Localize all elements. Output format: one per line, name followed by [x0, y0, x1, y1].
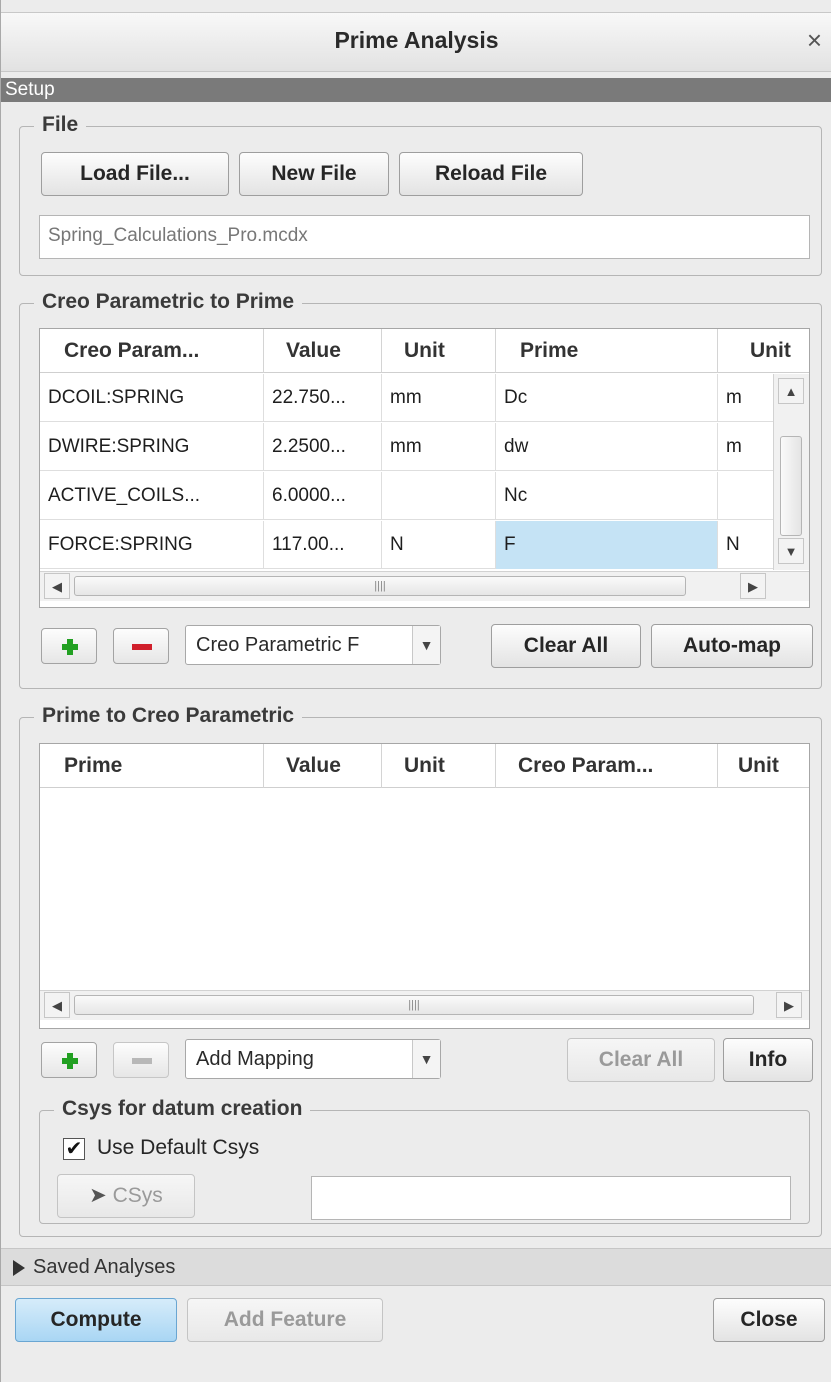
- expand-triangle-icon[interactable]: [13, 1260, 25, 1276]
- table-cell: N: [382, 521, 496, 569]
- add-icon: [62, 639, 78, 655]
- csys-field[interactable]: [311, 1176, 791, 1220]
- table-cell: 117.00...: [264, 521, 382, 569]
- scroll-thumb[interactable]: ||||: [74, 995, 754, 1015]
- add-icon: [62, 1053, 78, 1069]
- auto-map-button[interactable]: Auto-map: [651, 624, 813, 668]
- table-header: Prime Value Unit Creo Param... Unit: [40, 744, 809, 788]
- csys-button-label: CSys: [112, 1184, 163, 1207]
- csys-select-button[interactable]: ➤ CSys: [57, 1174, 195, 1218]
- column-header[interactable]: Prime: [40, 744, 264, 788]
- checkmark-icon: ✔: [65, 1138, 83, 1160]
- add-feature-button[interactable]: Add Feature: [187, 1298, 383, 1342]
- table-cell: N: [726, 534, 740, 555]
- prime-analysis-dialog: Prime Analysis × Setup File Load File...…: [0, 0, 831, 1382]
- clear-all-button[interactable]: Clear All: [491, 624, 641, 668]
- combo-value: Creo Parametric F: [196, 634, 360, 656]
- table-header: Creo Param... Value Unit Prime Unit: [40, 329, 809, 373]
- table-cell: mm: [382, 374, 496, 422]
- column-header[interactable]: Value: [264, 744, 382, 788]
- table-cell: [718, 472, 773, 520]
- use-default-csys-checkbox[interactable]: ✔: [63, 1138, 85, 1160]
- table-cell: 22.750...: [264, 374, 382, 422]
- compute-button[interactable]: Compute: [15, 1298, 177, 1342]
- column-header[interactable]: Creo Param...: [496, 744, 718, 788]
- column-header[interactable]: Unit: [718, 744, 809, 788]
- scroll-left-icon[interactable]: ◀: [44, 573, 70, 599]
- table-cell[interactable]: dw: [496, 423, 718, 471]
- table-cell: 2.2500...: [264, 423, 382, 471]
- selected-table-cell[interactable]: F: [496, 521, 718, 569]
- close-button[interactable]: Close: [713, 1298, 825, 1342]
- table-cell[interactable]: Dc: [496, 374, 718, 422]
- table-cell: FORCE:SPRING: [40, 521, 264, 569]
- prime-to-creo-table: Prime Value Unit Creo Param... Unit ◀ ||…: [39, 743, 810, 1029]
- table-cell[interactable]: Nc: [496, 472, 718, 520]
- column-header[interactable]: Prime: [496, 329, 718, 373]
- file-name-field[interactable]: Spring_Calculations_Pro.mcdx: [39, 215, 810, 259]
- table-cell: m: [726, 436, 742, 457]
- table-cell: [382, 472, 496, 520]
- scroll-left-icon[interactable]: ◀: [44, 992, 70, 1018]
- table-cell: 6.0000...: [264, 472, 382, 520]
- title-bar: Prime Analysis ×: [1, 12, 831, 72]
- scroll-thumb[interactable]: ||||: [74, 576, 686, 596]
- file-group-legend: File: [34, 113, 87, 137]
- info-button[interactable]: Info: [723, 1038, 813, 1082]
- saved-analyses-bar[interactable]: Saved Analyses: [1, 1248, 831, 1286]
- table-cell: m: [726, 387, 742, 408]
- column-header[interactable]: Creo Param...: [40, 329, 264, 373]
- dropdown-arrow-icon[interactable]: ▼: [412, 626, 440, 664]
- horizontal-scrollbar[interactable]: ◀ |||| ▶: [40, 571, 809, 601]
- setup-section-header: Setup: [1, 78, 831, 102]
- table-cell: ACTIVE_COILS...: [40, 472, 264, 520]
- scroll-right-icon[interactable]: ▶: [776, 992, 802, 1018]
- remove-icon: [132, 1058, 152, 1064]
- csys-group-legend: Csys for datum creation: [54, 1097, 311, 1121]
- scroll-thumb[interactable]: [780, 436, 802, 536]
- new-file-button[interactable]: New File: [239, 152, 389, 196]
- clear-all-button[interactable]: Clear All: [567, 1038, 715, 1082]
- scroll-right-icon[interactable]: ▶: [740, 573, 766, 599]
- column-header[interactable]: Unit: [382, 744, 496, 788]
- close-icon[interactable]: ×: [807, 25, 822, 56]
- saved-analyses-label: Saved Analyses: [33, 1256, 176, 1278]
- scroll-down-icon[interactable]: ▼: [778, 538, 804, 564]
- table-cell: mm: [382, 423, 496, 471]
- add-mapping-combo[interactable]: Add Mapping ▼: [185, 1039, 441, 1079]
- vertical-scrollbar[interactable]: ▲ ▼: [773, 374, 809, 570]
- combo-value: Add Mapping: [196, 1048, 314, 1070]
- horizontal-scrollbar[interactable]: ◀ |||| ▶: [40, 990, 809, 1020]
- reload-file-button[interactable]: Reload File: [399, 152, 583, 196]
- column-header[interactable]: Unit: [718, 329, 809, 373]
- use-default-csys-label: Use Default Csys: [97, 1136, 260, 1159]
- scroll-up-icon[interactable]: ▲: [778, 378, 804, 404]
- remove-mapping-button[interactable]: [113, 1042, 169, 1078]
- window-title: Prime Analysis: [334, 27, 499, 53]
- table-row[interactable]: DCOIL:SPRING 22.750... mm Dc m: [40, 374, 773, 422]
- creo-parameter-combo[interactable]: Creo Parametric F ▼: [185, 625, 441, 665]
- table-row[interactable]: ACTIVE_COILS... 6.0000... Nc: [40, 472, 773, 520]
- creo-to-prime-legend: Creo Parametric to Prime: [34, 290, 303, 314]
- table-cell: DWIRE:SPRING: [40, 423, 264, 471]
- table-cell: DCOIL:SPRING: [40, 374, 264, 422]
- add-mapping-button[interactable]: [41, 628, 97, 664]
- creo-to-prime-table: Creo Param... Value Unit Prime Unit DCOI…: [39, 328, 810, 608]
- add-mapping-button[interactable]: [41, 1042, 97, 1078]
- dropdown-arrow-icon[interactable]: ▼: [412, 1040, 440, 1078]
- remove-icon: [132, 644, 152, 650]
- load-file-button[interactable]: Load File...: [41, 152, 229, 196]
- remove-mapping-button[interactable]: [113, 628, 169, 664]
- column-header[interactable]: Unit: [382, 329, 496, 373]
- table-row[interactable]: DWIRE:SPRING 2.2500... mm dw m: [40, 423, 773, 471]
- prime-to-creo-legend: Prime to Creo Parametric: [34, 704, 303, 728]
- cursor-arrow-icon: ➤: [89, 1184, 107, 1207]
- column-header[interactable]: Value: [264, 329, 382, 373]
- table-row[interactable]: FORCE:SPRING 117.00... N F N: [40, 521, 773, 569]
